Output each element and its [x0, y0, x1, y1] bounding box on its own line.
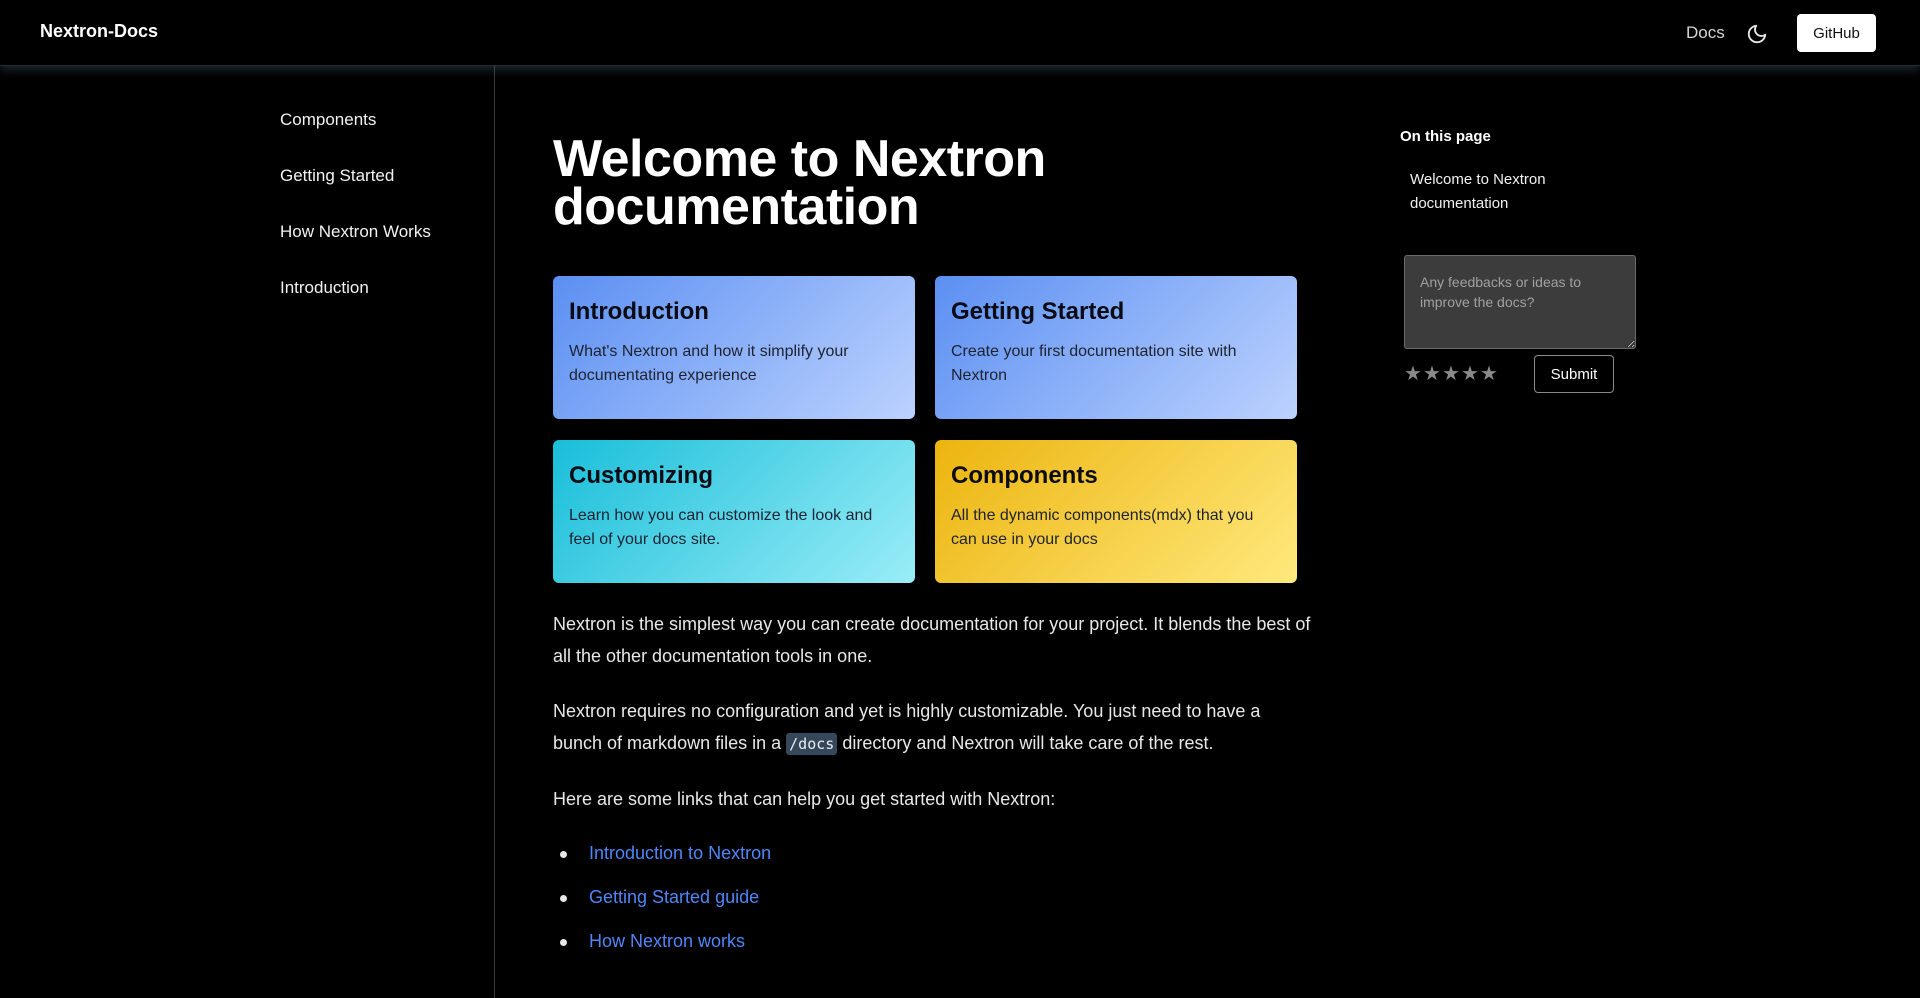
card-customizing[interactable]: Customizing Learn how you can customize …	[553, 440, 915, 583]
card-title: Introduction	[569, 298, 709, 325]
card-description: Learn how you can customize the look and…	[569, 507, 873, 548]
toc-link-welcome[interactable]: Welcome to Nextron documentation	[1410, 168, 1570, 216]
submit-button[interactable]: Submit	[1534, 355, 1614, 393]
top-header: Nextron-Docs Docs GitHub	[0, 0, 1920, 66]
card-introduction[interactable]: Introduction What's Nextron and how it s…	[553, 276, 915, 419]
list-item: Getting Started guide	[560, 887, 759, 908]
brand-logo[interactable]: Nextron-Docs	[40, 21, 158, 42]
card-title: Components	[951, 462, 1098, 489]
list-item: Introduction to Nextron	[560, 843, 771, 864]
star-icon[interactable]: ★	[1404, 361, 1423, 386]
config-paragraph: Nextron requires no configuration and ye…	[553, 695, 1313, 760]
sidebar-divider	[494, 60, 495, 998]
docs-directory-code: /docs	[786, 733, 838, 755]
sidebar-item-introduction[interactable]: Introduction	[280, 278, 369, 298]
github-button[interactable]: GitHub	[1797, 14, 1876, 52]
bullet-icon	[560, 850, 567, 858]
nav-docs-link[interactable]: Docs	[1686, 23, 1725, 43]
sidebar-item-how-nextron-works[interactable]: How Nextron Works	[280, 222, 431, 242]
links-intro-paragraph: Here are some links that can help you ge…	[553, 789, 1056, 809]
card-description: All the dynamic components(mdx) that you…	[951, 507, 1254, 548]
card-title: Customizing	[569, 462, 713, 489]
bullet-icon	[560, 938, 567, 946]
sidebar-item-getting-started[interactable]: Getting Started	[280, 166, 394, 186]
card-getting-started[interactable]: Getting Started Create your first docume…	[935, 276, 1297, 419]
page-title: Welcome to Nextron documentation	[553, 130, 1046, 236]
card-description: What's Nextron and how it simplify your …	[569, 343, 849, 384]
toc-heading: On this page	[1400, 128, 1491, 145]
link-getting-started-guide[interactable]: Getting Started guide	[589, 887, 759, 907]
star-icon[interactable]: ★	[1461, 361, 1480, 386]
intro-paragraph: Nextron is the simplest way you can crea…	[553, 614, 1311, 666]
link-how-nextron-works[interactable]: How Nextron works	[589, 931, 745, 951]
moon-icon[interactable]	[1746, 23, 1770, 45]
link-introduction-to-nextron[interactable]: Introduction to Nextron	[589, 843, 771, 863]
list-item: How Nextron works	[560, 931, 745, 952]
card-description: Create your first documentation site wit…	[951, 343, 1237, 384]
card-components[interactable]: Components All the dynamic components(md…	[935, 440, 1297, 583]
sidebar-item-components[interactable]: Components	[280, 110, 376, 130]
feedback-textarea[interactable]	[1404, 255, 1636, 349]
config-text-after: directory and Nextron will take care of …	[842, 733, 1214, 753]
star-icon[interactable]: ★	[1423, 361, 1442, 386]
star-icon[interactable]: ★	[1442, 361, 1461, 386]
bullet-icon	[560, 894, 567, 902]
card-title: Getting Started	[951, 298, 1125, 325]
star-icon[interactable]: ★	[1480, 361, 1499, 386]
star-rating: ★★★★★	[1404, 361, 1499, 386]
